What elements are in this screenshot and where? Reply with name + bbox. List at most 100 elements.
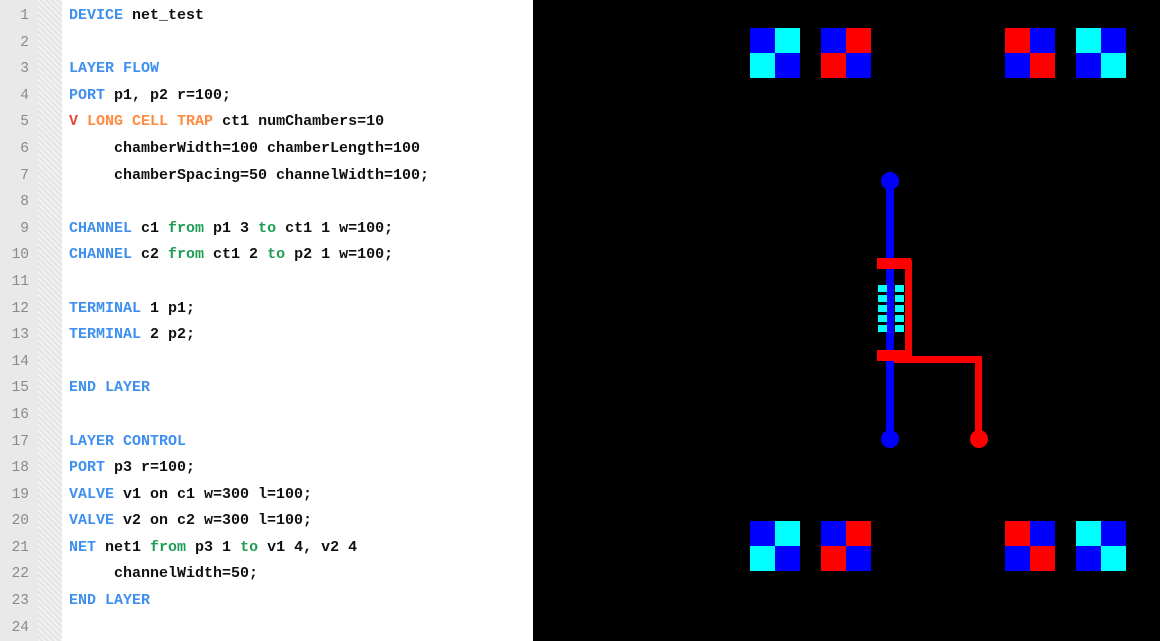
code-line[interactable]: LAYER FLOW: [62, 56, 533, 83]
line-number: 8: [20, 194, 29, 211]
marker-quadrant: [750, 28, 775, 53]
control-net-vertical-segment[interactable]: [905, 260, 912, 361]
line-number: 10: [11, 247, 29, 264]
cell-trap-chamber[interactable]: [895, 285, 904, 292]
line-number: 16: [11, 406, 29, 423]
marker-quadrant: [1101, 53, 1126, 78]
code-line[interactable]: END LAYER: [62, 375, 533, 402]
marker-quadrant: [1030, 546, 1055, 571]
code-token: 2 p2;: [141, 326, 196, 344]
cell-trap-chamber[interactable]: [878, 325, 887, 332]
marker-quadrant: [750, 53, 775, 78]
code-line[interactable]: channelWidth=50;: [62, 561, 533, 588]
code-line[interactable]: [62, 402, 533, 429]
marker-quadrant: [1076, 53, 1101, 78]
marker-quadrant: [821, 53, 846, 78]
code-token: p3 r=100;: [105, 459, 196, 477]
code-token: DEVICE: [69, 7, 124, 24]
marker-quadrant: [1101, 28, 1126, 53]
line-number: 22: [11, 566, 29, 583]
line-number: 2: [20, 34, 29, 51]
line-number: 24: [11, 619, 29, 636]
code-line[interactable]: [62, 615, 533, 641]
code-token: c2: [132, 246, 169, 264]
code-line[interactable]: CHANNEL c1 from p1 3 to ct1 1 w=100;: [62, 216, 533, 243]
marker-quadrant: [846, 28, 871, 53]
line-number: 1: [20, 8, 29, 24]
marker-quadrant: [821, 521, 846, 546]
flow-channel-c1-c2[interactable]: [886, 178, 894, 442]
code-token: VALVE: [69, 485, 115, 503]
code-line[interactable]: [62, 349, 533, 376]
code-line[interactable]: [62, 269, 533, 296]
line-number: 23: [11, 593, 29, 610]
device-layout-canvas[interactable]: [533, 0, 1160, 641]
code-line[interactable]: TERMINAL 1 p1;: [62, 296, 533, 323]
line-number: 7: [20, 167, 29, 184]
code-token: chamberSpacing=50 channelWidth=100;: [69, 166, 430, 184]
cell-trap-chamber[interactable]: [878, 295, 887, 302]
code-token: ct1 1 w=100;: [276, 219, 394, 237]
code-line[interactable]: [62, 189, 533, 216]
cell-trap-chamber[interactable]: [895, 295, 904, 302]
marker-quadrant: [1076, 546, 1101, 571]
code-line[interactable]: VALVE v1 on c1 w=300 l=100;: [62, 482, 533, 509]
code-token: TERMINAL: [69, 326, 142, 344]
marker-quadrant: [1030, 521, 1055, 546]
port-p1[interactable]: [881, 172, 899, 190]
marker-top-left-b: [821, 28, 871, 78]
cell-trap-chamber[interactable]: [895, 325, 904, 332]
code-line[interactable]: TERMINAL 2 p2;: [62, 322, 533, 349]
code-line[interactable]: CHANNEL c2 from ct1 2 to p2 1 w=100;: [62, 242, 533, 269]
code-token: v1 4, v2 4: [258, 538, 358, 556]
line-number: 12: [11, 300, 29, 317]
marker-quadrant: [846, 53, 871, 78]
code-text-area[interactable]: DEVICE net_test LAYER FLOW PORT p1, p2 r=…: [62, 0, 533, 641]
valve-v1[interactable]: [877, 258, 911, 269]
code-token: CHANNEL: [69, 246, 133, 264]
code-token: channelWidth=50;: [69, 565, 259, 583]
cell-trap-chamber[interactable]: [878, 285, 887, 292]
line-number: 18: [11, 460, 29, 477]
marker-quadrant: [775, 546, 800, 571]
port-p2[interactable]: [881, 430, 899, 448]
code-token: from: [168, 246, 205, 264]
code-line[interactable]: chamberWidth=100 chamberLength=100: [62, 136, 533, 163]
code-line[interactable]: END LAYER: [62, 588, 533, 615]
line-number: 21: [11, 539, 29, 556]
marker-quadrant: [1101, 521, 1126, 546]
line-number: 17: [11, 433, 29, 450]
line-number: 4: [20, 87, 29, 104]
control-net-drop-segment[interactable]: [975, 356, 982, 438]
code-token: NET: [69, 538, 97, 556]
marker-quadrant: [750, 546, 775, 571]
code-line[interactable]: VALVE v2 on c2 w=300 l=100;: [62, 508, 533, 535]
marker-quadrant: [750, 521, 775, 546]
code-editor-panel[interactable]: 1 2 3 4 5 6 7 8 9 10 11 12 13 14 15 16 17 18 19 20 21 22 23 24 …: [0, 0, 533, 641]
code-token: ct1 2: [204, 246, 268, 264]
code-line[interactable]: PORT p3 r=100;: [62, 455, 533, 482]
cell-trap-chamber[interactable]: [878, 305, 887, 312]
line-number: 3: [20, 61, 29, 78]
cell-trap-chamber[interactable]: [878, 315, 887, 322]
code-token: to: [258, 219, 277, 237]
code-line[interactable]: LAYER CONTROL: [62, 429, 533, 456]
line-number: 5: [20, 114, 29, 131]
code-line[interactable]: [62, 30, 533, 57]
cell-trap-chamber[interactable]: [895, 315, 904, 322]
code-line[interactable]: chamberSpacing=50 channelWidth=100;: [62, 163, 533, 190]
cell-trap-chamber[interactable]: [895, 305, 904, 312]
marker-quadrant: [821, 28, 846, 53]
code-line[interactable]: DEVICE net_test: [62, 3, 533, 30]
code-token: TERMINAL: [69, 299, 142, 317]
marker-bottom-right-b: [1076, 521, 1126, 571]
line-number: 19: [11, 486, 29, 503]
code-token: v1 on c1 w=300 l=100;: [114, 485, 313, 503]
code-line[interactable]: V LONG CELL TRAP ct1 numChambers=10: [62, 109, 533, 136]
code-line[interactable]: PORT p1, p2 r=100;: [62, 83, 533, 110]
code-line[interactable]: NET net1 from p3 1 to v1 4, v2 4: [62, 535, 533, 562]
port-p3[interactable]: [970, 430, 988, 448]
valve-v2[interactable]: [877, 350, 911, 361]
code-token: PORT: [69, 86, 106, 104]
code-token: c1: [132, 219, 169, 237]
